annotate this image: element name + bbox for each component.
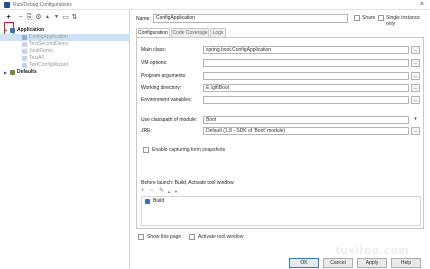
vm-options-input[interactable] bbox=[203, 59, 409, 67]
settings-icon[interactable]: ⚙ bbox=[35, 14, 42, 21]
apply-button[interactable]: Apply bbox=[357, 258, 387, 268]
program-arguments-input[interactable] bbox=[203, 72, 409, 80]
tree-item-config-application[interactable]: ConfigApplication bbox=[0, 34, 130, 41]
tree-item-label: TestSecondDemo bbox=[29, 41, 69, 47]
activate-tool-window-checkbox[interactable] bbox=[189, 234, 195, 240]
configurations-sidebar: + − ⎘ ⚙ ▲ ▼ ▭ ⇅ ▼ Application ConfigAppl… bbox=[0, 10, 130, 269]
classpath-module-label: Use classpath of module: bbox=[141, 117, 198, 123]
defaults-icon bbox=[10, 70, 15, 75]
add-task-icon[interactable]: + bbox=[141, 188, 145, 195]
main-class-browse-button[interactable]: ... bbox=[411, 46, 420, 54]
tree-group-defaults[interactable]: ▶ Defaults bbox=[0, 69, 130, 76]
program-arguments-expand-button[interactable]: ... bbox=[411, 72, 420, 80]
program-arguments-label: Program arguments: bbox=[141, 73, 187, 79]
main-class-input[interactable]: spring.boot.ConfigApplication bbox=[203, 46, 409, 54]
main-class-label: Main class: bbox=[141, 47, 167, 53]
classpath-module-select[interactable]: Boot bbox=[203, 116, 409, 124]
site-watermark: tuxitoo.com bbox=[336, 245, 410, 257]
before-launch-item-label: Build bbox=[153, 198, 165, 204]
run-config-icon bbox=[22, 35, 27, 40]
run-config-icon bbox=[22, 56, 27, 61]
copy-configuration-icon[interactable]: ⎘ bbox=[26, 14, 33, 21]
share-checkbox[interactable] bbox=[354, 15, 360, 21]
cancel-button[interactable]: Cancel bbox=[323, 258, 353, 268]
tree-item-junit-demo[interactable]: JunitDemo bbox=[0, 48, 130, 55]
move-task-down-icon[interactable]: ▼ bbox=[174, 188, 178, 195]
tree-item-test-config-wizard[interactable]: TestConfigWizard bbox=[0, 62, 130, 69]
tab-logs[interactable]: Logs bbox=[210, 28, 226, 37]
chevron-down-icon[interactable]: ▾ bbox=[411, 116, 420, 124]
environment-variables-label: Environment variables: bbox=[141, 97, 192, 103]
tree-item-label: ConfigApplication bbox=[29, 34, 68, 40]
working-directory-label: Working directory: bbox=[141, 85, 182, 91]
tab-code-coverage[interactable]: Code Coverage bbox=[171, 28, 209, 37]
add-configuration-icon[interactable]: + bbox=[5, 14, 12, 21]
show-page-checkbox[interactable] bbox=[138, 234, 144, 240]
working-directory-input[interactable]: E:\git\Boot bbox=[203, 84, 409, 92]
tree-item-label: TestConfigWizard bbox=[29, 62, 69, 68]
enable-snapshots-label: Enable capturing form snapshots bbox=[152, 147, 226, 153]
configuration-tree: ▼ Application ConfigApplication TestSeco… bbox=[0, 27, 130, 76]
ok-button[interactable]: OK bbox=[289, 258, 319, 268]
tree-item-test-all[interactable]: TestAll bbox=[0, 55, 130, 62]
bottom-options: Show this page Activate tool window bbox=[131, 234, 430, 244]
move-down-icon[interactable]: ▼ bbox=[53, 14, 60, 21]
tree-group-label: Defaults bbox=[17, 69, 37, 75]
name-label: Name: bbox=[136, 16, 151, 22]
share-label: Share bbox=[362, 15, 376, 21]
run-config-icon bbox=[22, 42, 27, 47]
single-instance-label: Single instance only bbox=[386, 15, 420, 27]
expand-arrow-icon[interactable]: ▼ bbox=[4, 27, 8, 34]
environment-variables-input[interactable] bbox=[203, 96, 409, 104]
working-directory-browse-button[interactable]: ... bbox=[411, 84, 420, 92]
jre-label: JRE: bbox=[141, 128, 152, 134]
configuration-tab-panel: Main class: spring.boot.ConfigApplicatio… bbox=[136, 37, 424, 229]
collapse-arrow-icon[interactable]: ▶ bbox=[4, 69, 7, 76]
folder-icon[interactable]: ▭ bbox=[62, 14, 69, 21]
activate-tool-window-label: Activate tool window bbox=[198, 234, 244, 240]
enable-snapshots-checkbox[interactable] bbox=[143, 147, 149, 153]
tree-item-label: JunitDemo bbox=[29, 48, 53, 54]
name-input[interactable]: ConfigApplication bbox=[153, 14, 348, 23]
run-config-icon bbox=[22, 63, 27, 68]
move-up-icon[interactable]: ▲ bbox=[44, 14, 51, 21]
tree-group-application[interactable]: ▼ Application bbox=[0, 27, 130, 34]
run-config-icon bbox=[22, 49, 27, 54]
move-task-up-icon[interactable]: ▲ bbox=[167, 188, 171, 195]
tree-item-label: TestAll bbox=[29, 55, 44, 61]
show-page-label: Show this page bbox=[147, 234, 182, 240]
before-launch-title: Before launch: Build, Activate tool wind… bbox=[141, 180, 234, 186]
window-title: Run/Debug Configurations bbox=[13, 2, 72, 8]
jre-browse-button[interactable]: ... bbox=[411, 127, 420, 135]
tab-configuration[interactable]: Configuration bbox=[136, 28, 170, 37]
build-icon bbox=[145, 199, 150, 204]
intellij-app-icon bbox=[4, 2, 10, 8]
single-instance-checkbox[interactable] bbox=[378, 15, 384, 21]
sort-icon[interactable]: ⇅ bbox=[71, 14, 78, 21]
remove-task-icon[interactable]: − bbox=[150, 188, 154, 195]
configuration-editor: Name: ConfigApplication Share Single ins… bbox=[131, 10, 430, 269]
vm-options-label: VM options: bbox=[141, 60, 168, 66]
tree-item-test-second-demo[interactable]: TestSecondDemo bbox=[0, 41, 130, 48]
close-icon[interactable]: × bbox=[418, 1, 426, 9]
remove-configuration-icon[interactable]: − bbox=[17, 14, 24, 21]
help-button[interactable]: Help bbox=[391, 258, 421, 268]
environment-variables-browse-button[interactable]: ... bbox=[411, 96, 420, 104]
jre-select[interactable]: Default (1.8 - SDK of 'Boot' module) bbox=[203, 127, 409, 135]
sidebar-toolbar: + − ⎘ ⚙ ▲ ▼ ▭ ⇅ bbox=[4, 12, 128, 26]
before-launch-list: Build bbox=[141, 196, 421, 226]
application-icon bbox=[10, 28, 15, 33]
edit-task-icon[interactable]: ✎ bbox=[159, 188, 164, 195]
vm-options-expand-button[interactable]: ... bbox=[411, 59, 420, 67]
tree-group-label: Application bbox=[17, 27, 45, 33]
window-titlebar: Run/Debug Configurations × bbox=[0, 0, 430, 10]
